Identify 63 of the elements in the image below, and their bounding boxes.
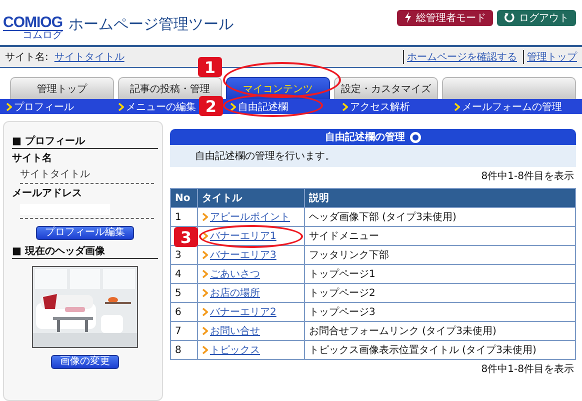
step-number: 2 bbox=[199, 96, 223, 116]
column-header: No bbox=[170, 188, 198, 208]
nav-tab[interactable]: 記事の投稿・管理 bbox=[118, 77, 222, 99]
column-header: 説明 bbox=[304, 188, 576, 208]
table-cell: ヘッダ画像下部 (タイプ3未使用) bbox=[304, 208, 576, 226]
panel-title: 自由記述欄の管理 bbox=[325, 130, 405, 144]
subnav-link[interactable]: アクセス解析 bbox=[350, 100, 410, 114]
chevron-icon bbox=[6, 102, 12, 110]
chevron-icon bbox=[202, 289, 208, 297]
header-link[interactable]: 管理トップ bbox=[523, 50, 577, 64]
chevron-icon bbox=[202, 270, 208, 278]
nav-tab[interactable]: マイコンテンツ bbox=[226, 77, 330, 99]
chevron-icon bbox=[230, 102, 236, 110]
table-cell: フッタリンク下部 bbox=[304, 246, 576, 264]
chevron-icon bbox=[454, 102, 460, 110]
chevron-icon bbox=[202, 232, 208, 240]
site-title-link[interactable]: サイトタイトル bbox=[54, 50, 124, 64]
chevron-icon bbox=[202, 251, 208, 259]
field-value: サイトタイトル bbox=[20, 168, 90, 181]
app-title: ホームページ管理ツール bbox=[68, 15, 234, 34]
chevron-icon bbox=[202, 213, 208, 221]
table-cell: トップページ2 bbox=[304, 284, 576, 302]
table-cell: サイドメニュー bbox=[304, 226, 576, 246]
edit-profile-button[interactable]: プロフィール編集 bbox=[36, 226, 134, 240]
field-label: メールアドレス bbox=[12, 188, 83, 200]
help-icon[interactable] bbox=[410, 132, 421, 142]
nav-tab[interactable]: 管理トップ bbox=[10, 77, 114, 99]
result-count: 8件中1-8件目を表示 bbox=[481, 171, 574, 182]
description: 自由記述欄の管理を行います。 bbox=[195, 150, 335, 163]
section-heading: ■ プロフィール bbox=[12, 136, 158, 149]
column-header: タイトル bbox=[198, 188, 304, 208]
table-cell: 7 bbox=[170, 322, 198, 340]
subnav-link[interactable]: 自由記述欄 bbox=[238, 100, 288, 114]
chevron-icon bbox=[202, 308, 208, 316]
step-number: 1 bbox=[198, 57, 222, 77]
chevron-icon bbox=[202, 346, 208, 354]
lightning-icon bbox=[404, 12, 412, 23]
table-cell: 4 bbox=[170, 264, 198, 284]
nav-tab[interactable]: 設定・カスタマイズ bbox=[334, 77, 438, 99]
chevron-icon bbox=[202, 327, 208, 335]
table-cell: トップページ3 bbox=[304, 302, 576, 322]
change-image-button[interactable]: 画像の変更 bbox=[51, 355, 119, 369]
subnav-link[interactable]: メニューの編集 bbox=[126, 100, 196, 114]
refresh-icon bbox=[504, 12, 515, 23]
subnav-link[interactable]: プロフィール bbox=[14, 100, 74, 114]
chevron-icon bbox=[342, 102, 348, 110]
table-cell: トピックス画像表示位置タイトル (タイプ3未使用) bbox=[304, 340, 576, 360]
table-cell: 5 bbox=[170, 284, 198, 302]
result-count: 8件中1-8件目を表示 bbox=[481, 364, 574, 375]
table-cell: 8 bbox=[170, 340, 198, 360]
section-heading: ■ 現在のヘッダ画像 bbox=[12, 246, 158, 259]
field-label: サイト名 bbox=[12, 153, 53, 165]
subnav-link[interactable]: メールフォームの管理 bbox=[462, 100, 562, 114]
table-cell: トップページ1 bbox=[304, 264, 576, 284]
header-link[interactable]: ホームページを確認する bbox=[403, 50, 517, 64]
site-name-label: サイト名: bbox=[5, 51, 48, 64]
logout-button[interactable]: ログアウト bbox=[497, 10, 576, 26]
table-cell: 6 bbox=[170, 302, 198, 322]
step-number: 3 bbox=[174, 227, 198, 247]
admin-mode-button[interactable]: 総管理者モード bbox=[397, 10, 493, 26]
logo: COMIOG bbox=[3, 14, 62, 30]
table-cell: お問合せフォームリンク (タイプ3未使用) bbox=[304, 322, 576, 340]
chevron-icon bbox=[118, 102, 124, 110]
